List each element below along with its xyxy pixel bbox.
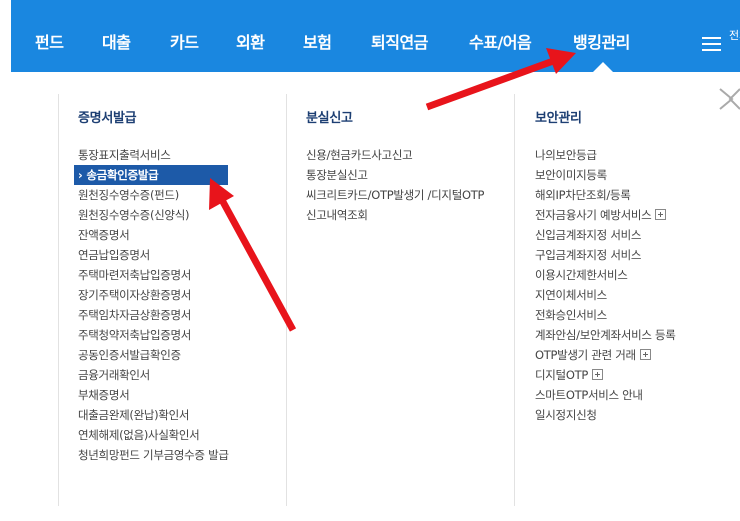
nav-item-card[interactable]: 카드	[170, 32, 199, 56]
menu-item-label: 금융거래확인서	[78, 368, 150, 382]
menu-item-1[interactable]: 보안이미지등록	[535, 165, 735, 185]
menu-item-label: OTP발생기 관련 거래	[535, 348, 636, 362]
menu-item-4[interactable]: 신입금계좌지정 서비스	[535, 225, 735, 245]
menu-item-label: 디지털OTP	[535, 368, 588, 382]
hamburger-menu-icon[interactable]	[702, 37, 721, 51]
mega-menu-panel: 증명서발급 통장표지출력서비스 › 송금확인증발급원천징수영수증(펀드) 원천징수영수…	[58, 94, 740, 521]
menu-item-13[interactable]: 대출금완제(완납)확인서	[78, 405, 278, 425]
menu-item-label: 원천징수영수증(펀드)	[78, 188, 179, 202]
menu-item-label: 신고내역조회	[306, 208, 368, 222]
menu-item-label: 나의보안등급	[535, 148, 597, 162]
column-divider	[514, 94, 515, 506]
menu-item-label: 연금납입증명서	[78, 248, 150, 262]
menu-item-0[interactable]: 나의보안등급	[535, 145, 735, 165]
menu-item-label: 연체해제(없음)사실확인서	[78, 428, 200, 442]
menu-item-3[interactable]: 신고내역조회	[306, 205, 506, 225]
nav-item-foreign-exchange[interactable]: 외환	[236, 32, 265, 56]
menu-item-2[interactable]: 씨크리트카드/OTP발생기 /디지털OTP	[306, 185, 506, 205]
menu-list: 통장표지출력서비스 › 송금확인증발급원천징수영수증(펀드) 원천징수영수증(신양식)…	[74, 145, 278, 465]
expand-plus-icon[interactable]	[591, 369, 603, 380]
menu-item-label: 보안이미지등록	[535, 168, 607, 182]
active-menu-caret	[593, 62, 613, 72]
menu-item-label: 신용/현금카드사고신고	[306, 148, 413, 162]
menu-item-1[interactable]: 통장분실신고	[306, 165, 506, 185]
menu-item-label: 이용시간제한서비스	[535, 268, 628, 282]
nav-item-insurance[interactable]: 보험	[303, 32, 332, 56]
menu-item-label: 통장분실신고	[306, 168, 368, 182]
nav-item-banking-management[interactable]: 뱅킹관리	[573, 32, 630, 56]
menu-item-13[interactable]: 일시정지신청	[535, 405, 735, 425]
all-menu-label[interactable]: 전체메뉴	[729, 29, 740, 43]
menu-item-label: 전자금융사기 예방서비스	[535, 208, 652, 222]
menu-item-label: 해외IP차단조회/등록	[535, 188, 631, 202]
nav-item-fund[interactable]: 펀드	[35, 32, 64, 56]
menu-item-label: 일시정지신청	[535, 408, 597, 422]
menu-list: 나의보안등급보안이미지등록해외IP차단조회/등록전자금융사기 예방서비스신입금계…	[535, 145, 735, 425]
menu-item-9[interactable]: 계좌안심/보안계좌서비스 등록	[535, 325, 735, 345]
menu-item-10[interactable]: 공동인증서발급확인증	[78, 345, 278, 365]
menu-item-label: 전화승인서비스	[535, 308, 607, 322]
column-title: 증명서발급	[78, 111, 137, 126]
menu-item-label: 씨크리트카드/OTP발생기 /디지털OTP	[306, 188, 485, 202]
menu-item-label: 신입금계좌지정 서비스	[535, 228, 642, 242]
menu-item-3[interactable]: 전자금융사기 예방서비스	[535, 205, 735, 225]
menu-item-15[interactable]: 청년희망펀드 기부금영수증 발급	[78, 445, 278, 465]
menu-item-6[interactable]: 주택마련저축납입증명서	[78, 265, 278, 285]
menu-item-4[interactable]: 잔액증명서	[78, 225, 278, 245]
menu-item-label: 청년희망펀드 기부금영수증 발급	[78, 448, 229, 462]
menu-item-label: 송금확인증발급	[86, 168, 159, 182]
menu-item-label: 주택마련저축납입증명서	[78, 268, 192, 282]
menu-item-label: 스마트OTP서비스 안내	[535, 388, 643, 402]
menu-item-label: 주택임차자금상환증명서	[78, 308, 192, 322]
menu-item-8[interactable]: 전화승인서비스	[535, 305, 735, 325]
menu-item-5[interactable]: 연금납입증명서	[78, 245, 278, 265]
menu-item-label: 장기주택이자상환증명서	[78, 288, 192, 302]
menu-item-7[interactable]: 장기주택이자상환증명서	[78, 285, 278, 305]
column-divider	[286, 94, 287, 506]
nav-item-check-bill[interactable]: 수표/어음	[469, 32, 532, 56]
column-title: 분실신고	[306, 111, 353, 126]
menu-item-label: 구입금계좌지정 서비스	[535, 248, 642, 262]
nav-item-loan[interactable]: 대출	[102, 32, 131, 56]
menu-item-2[interactable]: 해외IP차단조회/등록	[535, 185, 735, 205]
column-loss-report: 분실신고 신용/현금카드사고신고통장분실신고씨크리트카드/OTP발생기 /디지털…	[306, 110, 506, 225]
menu-item-label: 원천징수영수증(신양식)	[78, 208, 190, 222]
menu-list: 신용/현금카드사고신고통장분실신고씨크리트카드/OTP발생기 /디지털OTP 신고…	[306, 145, 506, 225]
menu-item-10[interactable]: OTP발생기 관련 거래	[535, 345, 735, 365]
column-certificates: 증명서발급 통장표지출력서비스 › 송금확인증발급원천징수영수증(펀드) 원천징수영수…	[74, 110, 278, 465]
expand-plus-icon[interactable]	[639, 349, 651, 360]
top-navigation-bar: 펀드 대출 카드 외환 보험 퇴직연금 수표/어음 뱅킹관리 전체메뉴	[11, 0, 740, 72]
menu-item-5[interactable]: 구입금계좌지정 서비스	[535, 245, 735, 265]
menu-item-8[interactable]: 주택임차자금상환증명서	[78, 305, 278, 325]
expand-plus-icon[interactable]	[655, 209, 667, 220]
menu-item-14[interactable]: 연체해제(없음)사실확인서	[78, 425, 278, 445]
menu-item-active[interactable]: › 송금확인증발급	[74, 165, 228, 185]
menu-item-label: 잔액증명서	[78, 228, 130, 242]
menu-item-label: 부채증명서	[78, 388, 130, 402]
menu-item-label: 공동인증서발급확인증	[78, 348, 181, 362]
menu-item-12[interactable]: 부채증명서	[78, 385, 278, 405]
chevron-right-icon: ›	[78, 168, 83, 182]
menu-item-11[interactable]: 금융거래확인서	[78, 365, 278, 385]
menu-item-3[interactable]: 원천징수영수증(신양식)	[78, 205, 278, 225]
menu-item-9[interactable]: 주택청약저축납입증명서	[78, 325, 278, 345]
menu-item-2[interactable]: 원천징수영수증(펀드)	[78, 185, 278, 205]
menu-item-0[interactable]: 신용/현금카드사고신고	[306, 145, 506, 165]
menu-item-6[interactable]: 이용시간제한서비스	[535, 265, 735, 285]
nav-item-retirement-pension[interactable]: 퇴직연금	[371, 32, 428, 56]
menu-item-label: 대출금완제(완납)확인서	[78, 408, 190, 422]
column-divider	[58, 94, 59, 506]
menu-item-11[interactable]: 디지털OTP	[535, 365, 735, 385]
column-security: 보안관리 나의보안등급보안이미지등록해외IP차단조회/등록전자금융사기 예방서비…	[535, 110, 735, 425]
menu-item-0[interactable]: 통장표지출력서비스	[78, 145, 278, 165]
menu-item-12[interactable]: 스마트OTP서비스 안내	[535, 385, 735, 405]
menu-item-label: 통장표지출력서비스	[78, 148, 171, 162]
menu-item-7[interactable]: 지연이체서비스	[535, 285, 735, 305]
menu-item-label: 지연이체서비스	[535, 288, 607, 302]
menu-item-label: 계좌안심/보안계좌서비스 등록	[535, 328, 676, 342]
menu-item-label: 주택청약저축납입증명서	[78, 328, 192, 342]
column-title: 보안관리	[535, 111, 582, 126]
